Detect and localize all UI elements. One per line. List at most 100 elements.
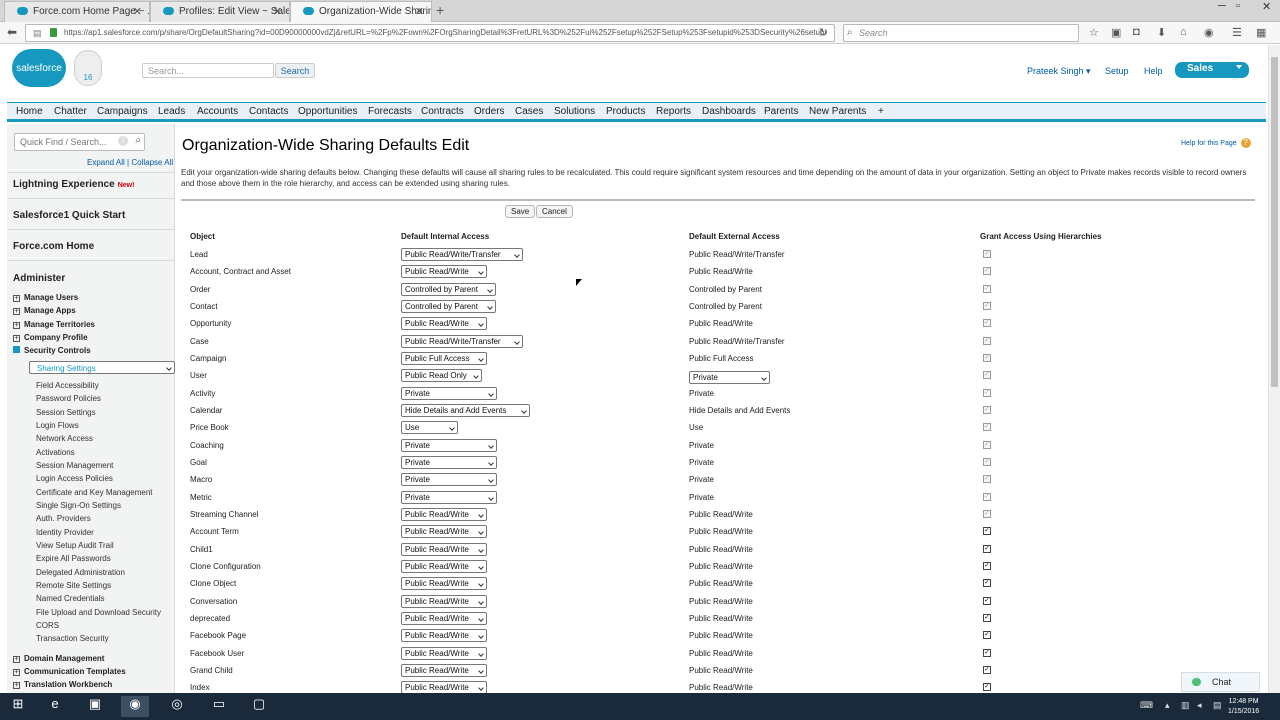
sidebar-sub-certificate-key-management[interactable]: Certificate and Key Management [36,488,153,497]
close-tab-icon[interactable]: ✕ [133,5,142,18]
internal-access-select[interactable]: Private [401,491,497,504]
maximize-icon[interactable]: ▫ [1236,0,1240,12]
internet-explorer-icon[interactable]: e [41,696,69,717]
network-icon[interactable]: ▥ [1181,700,1190,711]
sidebar-sub-login-flows[interactable]: Login Flows [36,421,79,430]
sidebar-sub-identity-provider[interactable]: Identity Provider [36,528,94,537]
internal-access-select[interactable]: Public Read/Write [401,317,487,330]
sidebar-item-manage-apps[interactable]: + Manage Apps [13,306,76,315]
taskbar-clock[interactable]: 12:48 PM 1/15/2016 [1228,697,1259,717]
sidebar-sub-sharing-settings[interactable]: Sharing Settings [29,361,175,374]
close-tab-icon[interactable]: ✕ [273,5,282,18]
internal-access-select[interactable]: Public Read/Write [401,525,487,538]
tab-home[interactable]: Home [16,106,43,117]
internal-access-select[interactable]: Public Read/Write [401,265,487,278]
chat-button[interactable]: Chat [1181,672,1260,692]
internal-access-select[interactable]: Use [401,421,458,434]
sidebar-sub-auth-providers[interactable]: Auth. Providers [36,514,91,523]
sidebar-sub-audit-trail[interactable]: View Setup Audit Trail [36,541,114,550]
grant-hierarchy-checkbox[interactable]: ✓ [983,562,991,570]
page-scrollbar[interactable] [1268,45,1280,693]
internal-access-select[interactable]: Public Read/Write [401,595,487,608]
sidebar-sub-session-management[interactable]: Session Management [36,461,113,470]
grant-hierarchy-checkbox[interactable]: ✓ [983,545,991,553]
browser-tab-3-active[interactable]: Organization-Wide Sharin... ✕ [290,1,432,23]
expand-all-link[interactable]: Expand All [87,158,125,167]
sf-search-button[interactable]: Search [275,63,315,78]
tab-reports[interactable]: Reports [656,106,691,117]
sidebar-sub-file-upload-security[interactable]: File Upload and Download Security [36,608,161,617]
scrollbar-thumb[interactable] [1271,57,1278,387]
file-explorer-icon[interactable]: ▭ [205,696,233,717]
tab-contacts[interactable]: Contacts [249,106,288,117]
salesforce-logo[interactable]: salesforce [12,49,66,87]
grant-hierarchy-checkbox[interactable]: ✓ [983,579,991,587]
tray-expand-icon[interactable]: ▴ [1165,700,1170,711]
tab-cases[interactable]: Cases [515,106,543,117]
firefox-icon[interactable]: ◉ [121,696,149,717]
sidebar-item-communication-templates[interactable]: + Communication Templates [13,667,126,676]
grant-hierarchy-checkbox[interactable]: ✓ [983,631,991,639]
close-window-icon[interactable]: ✕ [1262,0,1271,13]
extension-icon[interactable]: ▦ [1256,26,1266,39]
collapse-all-link[interactable]: Collapse All [131,158,173,167]
chrome-icon[interactable]: ◎ [163,696,191,717]
grant-hierarchy-checkbox[interactable]: ✓ [983,666,991,674]
tab-orders[interactable]: Orders [474,106,505,117]
grant-hierarchy-checkbox[interactable]: ✓ [983,649,991,657]
internal-access-select[interactable]: Public Read/Write [401,577,487,590]
internal-access-select[interactable]: Controlled by Parent [401,300,496,313]
internal-access-select[interactable]: Public Read/Write [401,508,487,521]
volume-icon[interactable]: ◂ [1197,700,1202,711]
app-picker[interactable]: Sales [1175,62,1249,78]
cancel-button[interactable]: Cancel [536,205,573,218]
back-icon[interactable]: ⬅ [7,25,17,39]
reading-list-icon[interactable]: ▣ [1111,26,1121,39]
grant-hierarchy-checkbox[interactable]: ✓ [983,527,991,535]
sidebar-sub-named-credentials[interactable]: Named Credentials [36,594,104,603]
sidebar-sub-transaction-security[interactable]: Transaction Security [36,634,109,643]
sidebar-sub-remote-site[interactable]: Remote Site Settings [36,581,111,590]
grant-hierarchy-checkbox[interactable]: ✓ [983,597,991,605]
quick-start-link[interactable]: Salesforce1 Quick Start [13,210,125,221]
internal-access-select[interactable]: Private [401,456,497,469]
sidebar-sub-expire-passwords[interactable]: Expire All Passwords [36,554,111,563]
sidebar-sub-activations[interactable]: Activations [36,448,75,457]
browser-tab-1[interactable]: Force.com Home Page ~ ... ✕ [4,1,150,22]
sidebar-item-manage-users[interactable]: + Manage Users [13,293,78,302]
lightning-experience-link[interactable]: Lightning Experience New! [13,179,134,190]
internal-access-select[interactable]: Public Read Only [401,369,482,382]
sidebar-sub-password-policies[interactable]: Password Policies [36,394,101,403]
force-home-link[interactable]: Force.com Home [13,241,94,252]
grant-hierarchy-checkbox[interactable]: ✓ [983,614,991,622]
notification-icon[interactable]: ▤ [1213,700,1222,711]
sf-search-input[interactable]: Search... [142,63,274,78]
search-icon[interactable]: ⌕ [135,135,141,146]
chat-bubble-icon[interactable]: ◉ [1204,26,1214,39]
internal-access-select[interactable]: Public Read/Write [401,664,487,677]
quick-find-input[interactable]: Quick Find / Search... i ⌕ [14,133,145,151]
pocket-icon[interactable]: ◘ [1133,26,1140,38]
sidebar-sub-network-access[interactable]: Network Access [36,434,93,443]
internal-access-select[interactable]: Private [401,387,497,400]
tab-campaigns[interactable]: Campaigns [97,106,148,117]
browser-tab-2[interactable]: Profiles: Edit View ~ Salesf... ✕ [150,1,290,22]
tab-forecasts[interactable]: Forecasts [368,106,412,117]
internal-access-select[interactable]: Hide Details and Add Events [401,404,530,417]
info-icon[interactable]: i [118,136,128,146]
close-tab-icon[interactable]: ✕ [415,5,424,18]
internal-access-select[interactable]: Controlled by Parent [401,283,496,296]
internal-access-select[interactable]: Public Read/Write [401,629,487,642]
internal-access-select[interactable]: Public Read/Write [401,647,487,660]
sidebar-sub-field-accessibility[interactable]: Field Accessibility [36,381,99,390]
add-tab-icon[interactable]: + [878,106,884,117]
tab-parents[interactable]: Parents [764,106,798,117]
help-link[interactable]: Help [1144,66,1163,76]
internal-access-select[interactable]: Public Read/Write [401,543,487,556]
url-bar[interactable]: ▤ https://ap1.salesforce.com/p/share/Org… [25,24,835,42]
sidebar-sub-delegated-admin[interactable]: Delegated Administration [36,568,125,577]
camtasia-icon[interactable]: ▢ [245,696,273,717]
tab-accounts[interactable]: Accounts [197,106,238,117]
internal-access-select[interactable]: Public Read/Write [401,560,487,573]
internal-access-select[interactable]: Private [401,439,497,452]
